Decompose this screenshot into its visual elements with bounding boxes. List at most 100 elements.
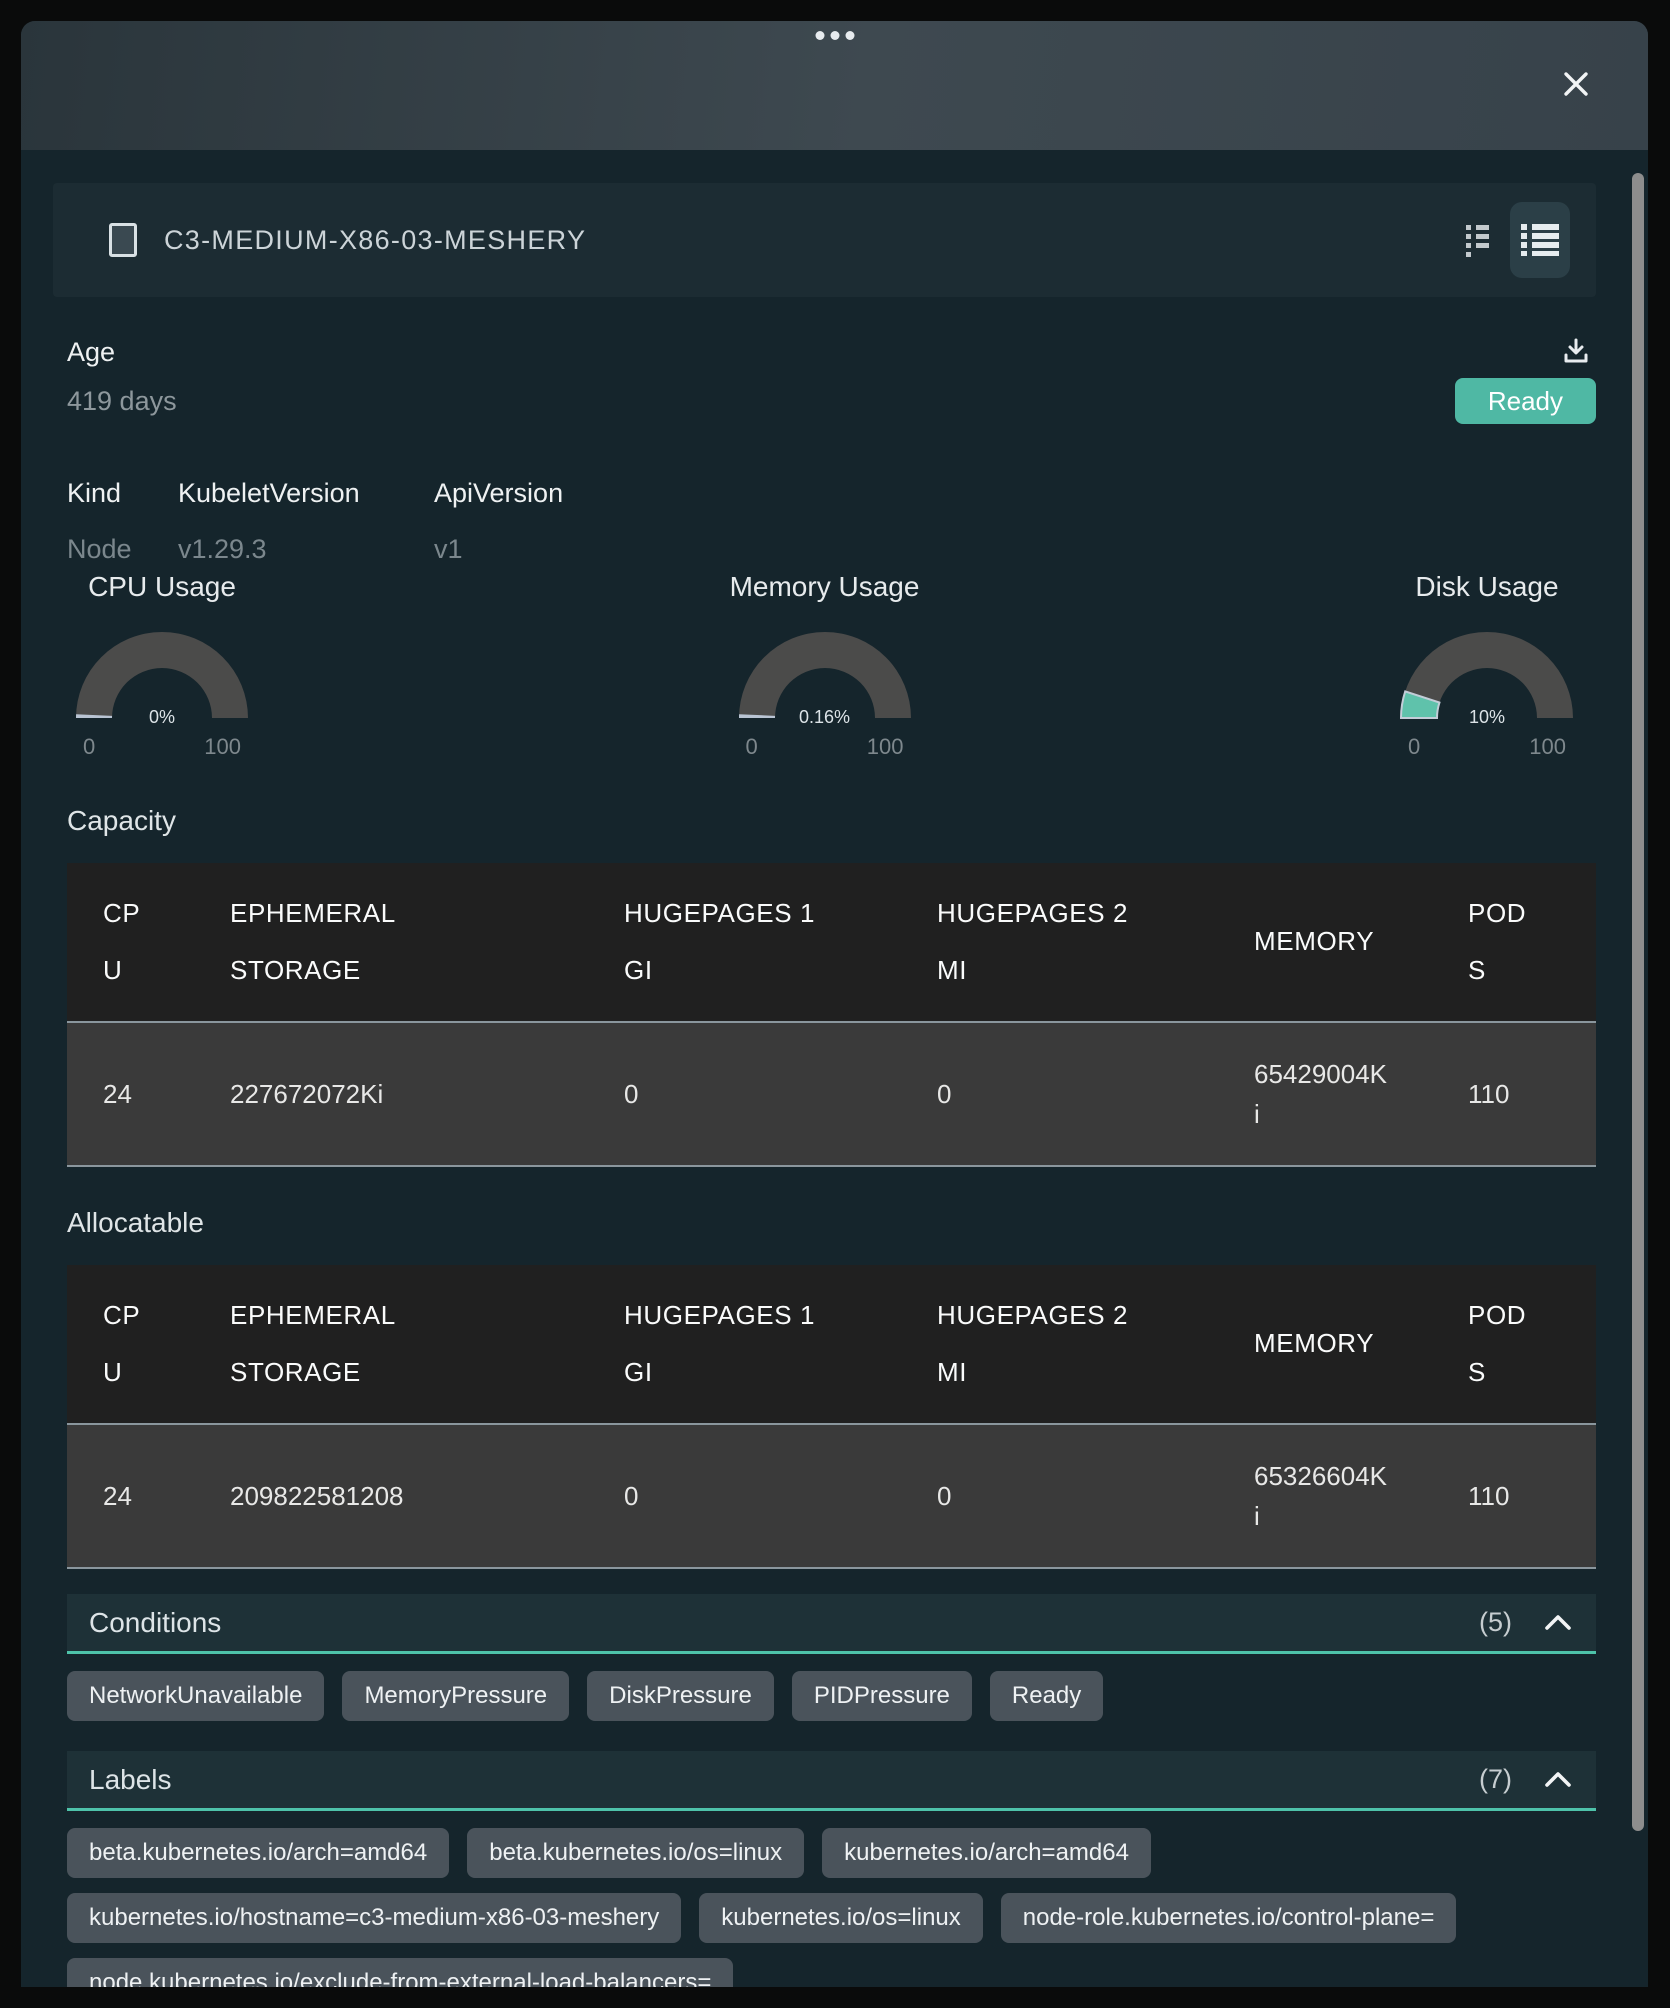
conditions-title: Conditions (89, 1607, 221, 1639)
status-badge: Ready (1455, 378, 1596, 424)
labels-accordion-header[interactable]: Labels (7) (67, 1751, 1596, 1811)
table-cell: 227672072Ki (194, 1074, 588, 1114)
resource-title-card: C3-MEDIUM-X86-03-MESHERY (53, 183, 1596, 297)
age-value: 419 days (67, 386, 177, 417)
column-header: EPHEMERAL STORAGE (194, 1287, 588, 1401)
gauge-title: Disk Usage (1392, 571, 1582, 603)
conditions-accordion-header[interactable]: Conditions (5) (67, 1594, 1596, 1654)
cell-value: 24 (103, 1476, 132, 1516)
table-header-row: CPUEPHEMERAL STORAGEHUGEPAGES 1 GIHUGEPA… (67, 1265, 1596, 1423)
cell-value: 227672072Ki (230, 1074, 383, 1114)
view-toggle-group (1466, 202, 1570, 278)
cell-value: 0 (937, 1074, 951, 1114)
column-header-label: MEMORY (1254, 913, 1374, 970)
gauge-memory-usage: Memory Usage0.16%0100 (730, 571, 920, 760)
condition-chip: NetworkUnavailable (67, 1671, 324, 1721)
usage-gauges: CPU Usage0%0100Memory Usage0.16%0100Disk… (67, 571, 1582, 760)
gauge-title: CPU Usage (67, 571, 257, 603)
compact-view-icon[interactable] (1466, 223, 1490, 257)
cell-value: 65326604Ki (1254, 1456, 1391, 1537)
label-chip: beta.kubernetes.io/os=linux (467, 1828, 804, 1878)
meta-value: v1.29.3 (178, 534, 434, 565)
gauge-min: 0 (83, 734, 95, 760)
table-cell: 65326604Ki (1218, 1456, 1432, 1537)
table-cell: 0 (901, 1476, 1218, 1516)
gauge-arc: 0.16% (730, 630, 920, 730)
cell-value: 0 (624, 1476, 638, 1516)
gauge-arc: 0% (67, 630, 257, 730)
column-header-label: MEMORY (1254, 1315, 1374, 1372)
table-cell: 110 (1432, 1074, 1596, 1114)
column-header: EPHEMERAL STORAGE (194, 885, 588, 999)
capacity-table: CPU EPHEMERAL STORAGE HUGEPAGES 1 GI HUGEPA… (67, 863, 1596, 1167)
gauge-min: 0 (1408, 734, 1420, 760)
gauge-value: 10% (1392, 707, 1582, 728)
drag-handle-icon[interactable] (815, 31, 854, 40)
gauge-arc: 10% (1392, 630, 1582, 730)
column-header: CPU (67, 885, 194, 999)
gauge-scale: 0 100 (1392, 734, 1582, 760)
column-header-label: HUGEPAGES 2 MI (937, 1287, 1147, 1401)
modal-body: C3-MEDIUM-X86-03-MESHERY (21, 150, 1648, 1987)
table-cell: 0 (588, 1476, 901, 1516)
label-chip: kubernetes.io/arch=amd64 (822, 1828, 1151, 1878)
select-checkbox[interactable] (109, 223, 137, 257)
chevron-up-icon[interactable] (1544, 1614, 1572, 1631)
table-cell: 209822581208 (194, 1476, 588, 1516)
column-header: PODS (1432, 1287, 1596, 1401)
table-cell: 110 (1432, 1476, 1596, 1516)
gauge-max: 100 (867, 734, 904, 760)
table-cell: 65429004Ki (1218, 1054, 1432, 1135)
cell-value: 65429004Ki (1254, 1054, 1391, 1135)
meta-col-kubeletversion: KubeletVersion v1.29.3 (178, 478, 434, 565)
node-details-modal: C3-MEDIUM-X86-03-MESHERY (21, 21, 1648, 1987)
age-value-row: 419 days Ready (67, 378, 1596, 424)
column-header: MEMORY (1218, 913, 1432, 970)
column-header: MEMORY (1218, 1315, 1432, 1372)
labels-count: (7) (1479, 1764, 1512, 1795)
gauge-value: 0% (67, 707, 257, 728)
conditions-chips: NetworkUnavailableMemoryPressureDiskPres… (67, 1671, 1596, 1721)
column-header: HUGEPAGES 1 GI (588, 885, 901, 999)
scrollbar-thumb[interactable] (1632, 173, 1644, 1831)
capacity-heading: Capacity (67, 805, 1596, 837)
meta-label: KubeletVersion (178, 478, 434, 509)
column-header-label: PODS (1468, 885, 1532, 999)
table-row: 24 227672072Ki 0 0 65429004Ki 110 (67, 1021, 1596, 1167)
label-chip: kubernetes.io/hostname=c3-medium-x86-03-… (67, 1893, 681, 1943)
label-chip: node-role.kubernetes.io/control-plane= (1001, 1893, 1457, 1943)
age-label: Age (67, 337, 115, 368)
label-chip: beta.kubernetes.io/arch=amd64 (67, 1828, 449, 1878)
condition-chip: PIDPressure (792, 1671, 972, 1721)
gauge-cpu-usage: CPU Usage0%0100 (67, 571, 257, 760)
column-header-label: HUGEPAGES 1 GI (624, 1287, 834, 1401)
table-cell: 0 (901, 1074, 1218, 1114)
gauge-disk-usage: Disk Usage 10% 0 100 (1392, 571, 1582, 760)
condition-chip: DiskPressure (587, 1671, 774, 1721)
chevron-up-icon[interactable] (1544, 1771, 1572, 1788)
meta-col-kind: KindNode (67, 478, 178, 565)
resource-title: C3-MEDIUM-X86-03-MESHERY (164, 225, 586, 256)
close-icon[interactable] (1558, 67, 1594, 103)
column-header-label: HUGEPAGES 2 MI (937, 885, 1147, 999)
gauge-title: Memory Usage (730, 571, 920, 603)
cell-value: 0 (624, 1074, 638, 1114)
table-cell: 24 (67, 1074, 194, 1114)
table-cell: 0 (588, 1074, 901, 1114)
gauge-value: 0.16% (730, 707, 920, 728)
allocatable-table: CPUEPHEMERAL STORAGEHUGEPAGES 1 GIHUGEPA… (67, 1265, 1596, 1569)
column-header-label: EPHEMERAL STORAGE (230, 885, 460, 999)
cell-value: 24 (103, 1074, 132, 1114)
column-header: HUGEPAGES 2 MI (901, 885, 1218, 999)
column-header-label: EPHEMERAL STORAGE (230, 1287, 460, 1401)
allocatable-heading: Allocatable (67, 1207, 1596, 1239)
table-cell: 24 (67, 1476, 194, 1516)
detailed-view-icon[interactable] (1510, 202, 1570, 278)
gauge-max: 100 (1529, 734, 1566, 760)
label-chip: node.kubernetes.io/exclude-from-external… (67, 1958, 733, 1987)
cell-value: 209822581208 (230, 1476, 404, 1516)
download-icon[interactable] (1562, 337, 1590, 368)
meta-label: ApiVersion (434, 478, 563, 509)
column-header: PODS (1432, 885, 1596, 999)
meta-value: v1 (434, 534, 563, 565)
